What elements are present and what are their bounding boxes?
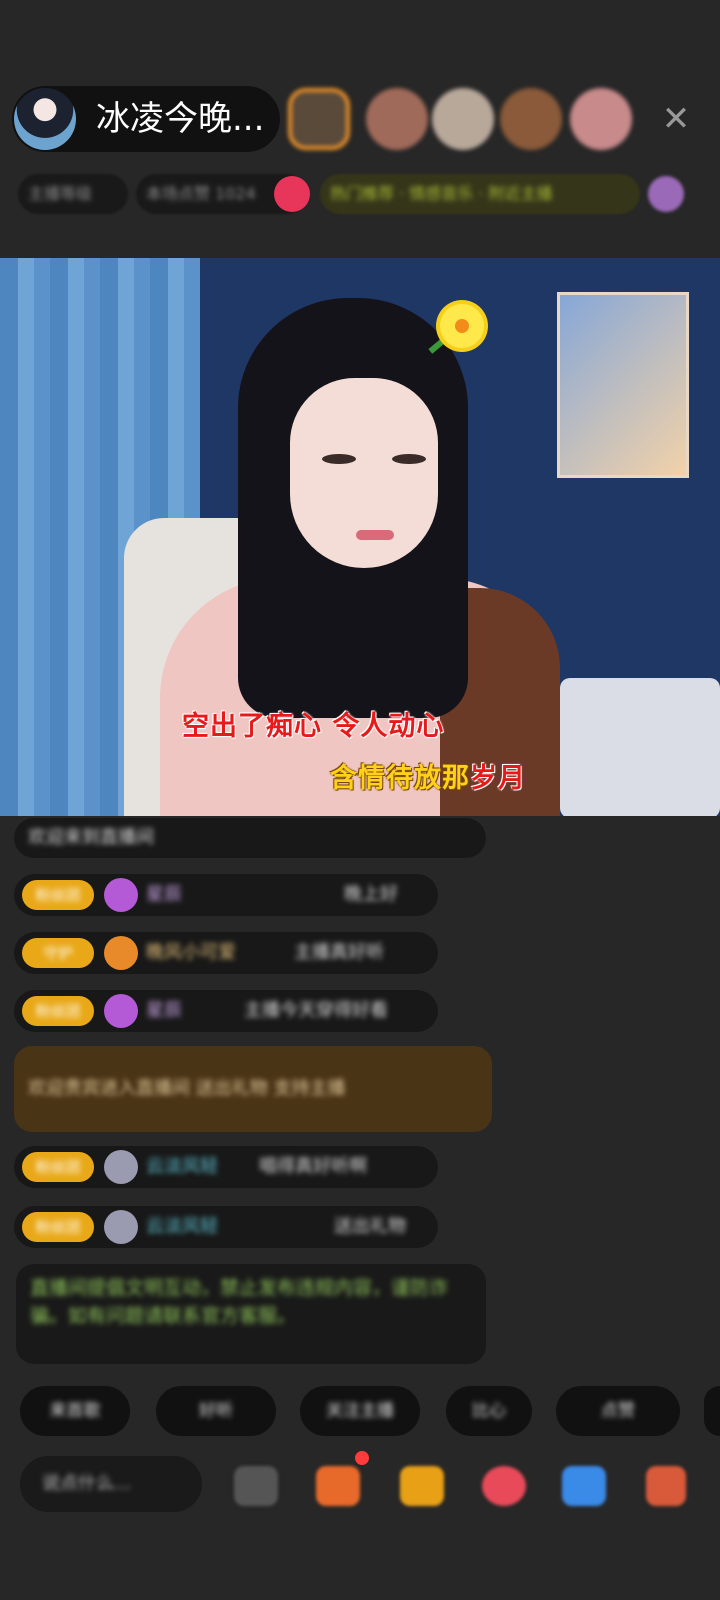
lyric-line-1: 空出了痴心 令人动心 <box>182 711 445 742</box>
game-icon[interactable] <box>562 1466 606 1506</box>
chat-message[interactable]: 粉丝团 星辰 晚上好 <box>14 874 438 916</box>
bed <box>560 678 720 816</box>
top-viewer-avatar-2[interactable] <box>366 88 428 150</box>
fan-badge: 粉丝团 <box>22 1212 94 1242</box>
fan-badge: 粉丝团 <box>22 880 94 910</box>
rank-avatar[interactable] <box>648 176 684 212</box>
info-row: 主播等级 本场点赞 1024 热门推荐 · 情感音乐 · 附近主播 <box>18 170 708 218</box>
top-viewer-avatar-4[interactable] <box>500 88 562 150</box>
chat-nick[interactable]: 云淡风轻 <box>146 1146 218 1188</box>
chat-message[interactable]: 守护 晚风小可爱 主播真好听 <box>14 932 438 974</box>
wall-poster <box>557 292 689 478</box>
heart-gift-icon[interactable] <box>482 1466 526 1506</box>
lucky-bag-icon[interactable] <box>400 1466 444 1506</box>
fan-badge: 粉丝团 <box>22 996 94 1026</box>
right-eye <box>392 454 426 464</box>
live-video[interactable]: 空出了痴心 令人动心 含情待放那岁月 <box>0 258 720 816</box>
close-icon[interactable]: ✕ <box>660 100 692 138</box>
tags-chip[interactable]: 热门推荐 · 情感音乐 · 附近主播 <box>320 174 640 214</box>
chat-nick[interactable]: 晚风小可爱 <box>146 932 236 974</box>
quick-reply-1[interactable]: 来首歌 <box>20 1386 130 1436</box>
quick-reply-more[interactable] <box>704 1386 720 1436</box>
gem-icon <box>104 994 138 1028</box>
shield-icon <box>104 936 138 970</box>
flower-center <box>455 319 469 333</box>
guard-badge: 守护 <box>22 938 94 968</box>
lyric-line-2-red: 岁月 <box>470 763 526 794</box>
notification-dot <box>355 1451 369 1465</box>
quick-reply-3[interactable]: 关注主播 <box>300 1386 420 1436</box>
chat-message[interactable]: 粉丝团 星辰 主播今天穿得好看 <box>14 990 438 1032</box>
fan-badge: 粉丝团 <box>22 1152 94 1182</box>
lyric-line-2: 含情待放那岁月 <box>330 756 526 795</box>
vip-chat-message[interactable]: 欢迎贵宾进入直播间 送出礼物 支持主播 <box>14 1046 492 1132</box>
chat-nick[interactable]: 星辰 <box>146 990 182 1032</box>
host-avatar[interactable] <box>14 88 76 150</box>
top-viewer-avatar-3[interactable] <box>432 88 494 150</box>
emoji-icon[interactable] <box>234 1466 278 1506</box>
quick-reply-4[interactable]: 比心 <box>446 1386 532 1436</box>
chat-nick[interactable]: 星辰 <box>146 874 182 916</box>
chat-message[interactable]: 粉丝团 云淡风轻 送出礼物 <box>14 1206 438 1248</box>
more-icon[interactable] <box>646 1466 686 1506</box>
heart-icon <box>274 176 310 212</box>
top-viewer-avatar-1[interactable] <box>288 88 350 150</box>
chat-message[interactable]: 粉丝团 云淡风轻 唱得真好听啊 <box>14 1146 438 1188</box>
lyric-line-2-yellow: 含情待放那 <box>330 763 470 794</box>
level-chip[interactable]: 主播等级 <box>18 174 128 214</box>
gift-box-icon[interactable] <box>316 1466 360 1506</box>
medal-icon <box>104 1210 138 1244</box>
quick-reply-5[interactable]: 点赞 <box>556 1386 680 1436</box>
medal-icon <box>104 1150 138 1184</box>
top-viewer-avatar-5[interactable] <box>570 88 632 150</box>
left-eye <box>322 454 356 464</box>
mouth <box>356 530 394 540</box>
chat-message[interactable]: 欢迎来到直播间 <box>14 818 486 858</box>
host-name[interactable]: 冰凌今晚... <box>96 96 264 142</box>
system-notice: 直播间提倡文明互动，禁止发布违规内容，谨防诈骗。如有问题请联系官方客服。 <box>16 1264 486 1364</box>
chat-nick[interactable]: 云淡风轻 <box>146 1206 218 1248</box>
gem-icon <box>104 878 138 912</box>
comment-input[interactable]: 说点什么... <box>20 1456 202 1512</box>
quick-reply-2[interactable]: 好听 <box>156 1386 276 1436</box>
